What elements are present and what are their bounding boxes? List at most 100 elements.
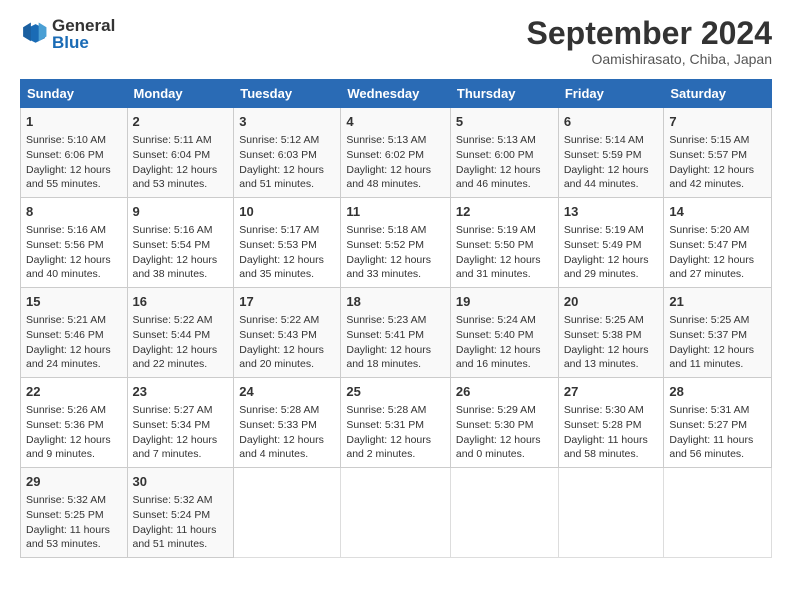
sunrise-text: Sunrise: 5:30 AM (564, 404, 644, 416)
title-area: September 2024 Oamishirasato, Chiba, Jap… (527, 16, 772, 67)
daylight-text: Daylight: 12 hours and 2 minutes. (346, 434, 431, 461)
day-number: 18 (346, 293, 445, 311)
sunset-text: Sunset: 5:52 PM (346, 239, 424, 251)
day-number: 26 (456, 383, 553, 401)
sunset-text: Sunset: 5:59 PM (564, 149, 642, 161)
sunset-text: Sunset: 6:03 PM (239, 149, 317, 161)
sunrise-text: Sunrise: 5:16 AM (26, 224, 106, 236)
calendar-cell: 16Sunrise: 5:22 AMSunset: 5:44 PMDayligh… (127, 288, 234, 378)
day-number: 22 (26, 383, 122, 401)
day-number: 17 (239, 293, 335, 311)
daylight-text: Daylight: 11 hours and 58 minutes. (564, 434, 648, 461)
calendar-cell: 9Sunrise: 5:16 AMSunset: 5:54 PMDaylight… (127, 198, 234, 288)
day-number: 4 (346, 113, 445, 131)
day-number: 1 (26, 113, 122, 131)
logo: General Blue (20, 16, 115, 53)
daylight-text: Daylight: 12 hours and 51 minutes. (239, 164, 324, 191)
sunrise-text: Sunrise: 5:20 AM (669, 224, 749, 236)
day-number: 8 (26, 203, 122, 221)
calendar-cell: 12Sunrise: 5:19 AMSunset: 5:50 PMDayligh… (450, 198, 558, 288)
day-number: 16 (133, 293, 229, 311)
calendar-cell: 26Sunrise: 5:29 AMSunset: 5:30 PMDayligh… (450, 378, 558, 468)
sunrise-text: Sunrise: 5:24 AM (456, 314, 536, 326)
daylight-text: Daylight: 12 hours and 29 minutes. (564, 254, 649, 281)
calendar-body: 1Sunrise: 5:10 AMSunset: 6:06 PMDaylight… (21, 108, 772, 558)
sunrise-text: Sunrise: 5:26 AM (26, 404, 106, 416)
sunset-text: Sunset: 5:41 PM (346, 329, 424, 341)
weekday-header: Sunday (21, 80, 128, 108)
calendar-cell: 7Sunrise: 5:15 AMSunset: 5:57 PMDaylight… (664, 108, 772, 198)
sunrise-text: Sunrise: 5:21 AM (26, 314, 106, 326)
sunset-text: Sunset: 5:47 PM (669, 239, 747, 251)
sunset-text: Sunset: 5:50 PM (456, 239, 534, 251)
daylight-text: Daylight: 12 hours and 27 minutes. (669, 254, 754, 281)
daylight-text: Daylight: 12 hours and 38 minutes. (133, 254, 218, 281)
calendar-cell: 17Sunrise: 5:22 AMSunset: 5:43 PMDayligh… (234, 288, 341, 378)
daylight-text: Daylight: 12 hours and 18 minutes. (346, 344, 431, 371)
daylight-text: Daylight: 12 hours and 53 minutes. (133, 164, 218, 191)
day-number: 14 (669, 203, 766, 221)
calendar-cell: 29Sunrise: 5:32 AMSunset: 5:25 PMDayligh… (21, 467, 128, 557)
location-subtitle: Oamishirasato, Chiba, Japan (527, 51, 772, 67)
day-number: 5 (456, 113, 553, 131)
daylight-text: Daylight: 12 hours and 31 minutes. (456, 254, 541, 281)
calendar-cell: 25Sunrise: 5:28 AMSunset: 5:31 PMDayligh… (341, 378, 451, 468)
calendar-header-row: SundayMondayTuesdayWednesdayThursdayFrid… (21, 80, 772, 108)
calendar-cell (664, 467, 772, 557)
daylight-text: Daylight: 12 hours and 44 minutes. (564, 164, 649, 191)
weekday-header: Tuesday (234, 80, 341, 108)
header: General Blue September 2024 Oamishirasat… (20, 16, 772, 67)
daylight-text: Daylight: 12 hours and 7 minutes. (133, 434, 218, 461)
calendar-cell: 8Sunrise: 5:16 AMSunset: 5:56 PMDaylight… (21, 198, 128, 288)
calendar-week-row: 22Sunrise: 5:26 AMSunset: 5:36 PMDayligh… (21, 378, 772, 468)
day-number: 12 (456, 203, 553, 221)
daylight-text: Daylight: 12 hours and 42 minutes. (669, 164, 754, 191)
sunrise-text: Sunrise: 5:28 AM (346, 404, 426, 416)
calendar-cell: 14 Sunrise: 5:20 AM Sunset: 5:47 PM Dayligh… (664, 198, 772, 288)
sunrise-text: Sunrise: 5:16 AM (133, 224, 213, 236)
day-number: 13 (564, 203, 659, 221)
sunset-text: Sunset: 5:27 PM (669, 419, 747, 431)
sunset-text: Sunset: 5:37 PM (669, 329, 747, 341)
sunset-text: Sunset: 5:49 PM (564, 239, 642, 251)
sunrise-text: Sunrise: 5:23 AM (346, 314, 426, 326)
calendar-week-row: 1Sunrise: 5:10 AMSunset: 6:06 PMDaylight… (21, 108, 772, 198)
sunset-text: Sunset: 5:34 PM (133, 419, 211, 431)
month-title: September 2024 (527, 16, 772, 51)
sunset-text: Sunset: 5:28 PM (564, 419, 642, 431)
sunset-text: Sunset: 5:57 PM (669, 149, 747, 161)
calendar-cell (558, 467, 664, 557)
calendar-cell: 19Sunrise: 5:24 AMSunset: 5:40 PMDayligh… (450, 288, 558, 378)
day-number: 21 (669, 293, 766, 311)
day-number: 23 (133, 383, 229, 401)
sunset-text: Sunset: 6:02 PM (346, 149, 424, 161)
weekday-header: Saturday (664, 80, 772, 108)
calendar-cell: 5Sunrise: 5:13 AMSunset: 6:00 PMDaylight… (450, 108, 558, 198)
calendar-cell: 20Sunrise: 5:25 AMSunset: 5:38 PMDayligh… (558, 288, 664, 378)
day-number: 28 (669, 383, 766, 401)
sunrise-text: Sunrise: 5:19 AM (564, 224, 644, 236)
sunrise-text: Sunrise: 5:15 AM (669, 134, 749, 146)
day-number: 11 (346, 203, 445, 221)
daylight-text: Daylight: 12 hours and 48 minutes. (346, 164, 431, 191)
day-number: 10 (239, 203, 335, 221)
daylight-text: Daylight: 12 hours and 13 minutes. (564, 344, 649, 371)
weekday-header: Monday (127, 80, 234, 108)
sunrise-text: Sunrise: 5:31 AM (669, 404, 749, 416)
day-number: 30 (133, 473, 229, 491)
sunset-text: Sunset: 6:04 PM (133, 149, 211, 161)
calendar-cell: 30Sunrise: 5:32 AMSunset: 5:24 PMDayligh… (127, 467, 234, 557)
sunrise-text: Sunrise: 5:29 AM (456, 404, 536, 416)
calendar-cell (341, 467, 451, 557)
sunset-text: Sunset: 5:30 PM (456, 419, 534, 431)
sunrise-text: Sunrise: 5:25 AM (564, 314, 644, 326)
day-number: 20 (564, 293, 659, 311)
day-number: 6 (564, 113, 659, 131)
calendar-cell: 4Sunrise: 5:13 AMSunset: 6:02 PMDaylight… (341, 108, 451, 198)
daylight-text: Daylight: 12 hours and 24 minutes. (26, 344, 111, 371)
calendar-cell (450, 467, 558, 557)
daylight-text: Daylight: 12 hours and 9 minutes. (26, 434, 111, 461)
daylight-text: Daylight: 12 hours and 33 minutes. (346, 254, 431, 281)
calendar-cell: 28Sunrise: 5:31 AMSunset: 5:27 PMDayligh… (664, 378, 772, 468)
sunrise-text: Sunrise: 5:11 AM (133, 134, 212, 146)
